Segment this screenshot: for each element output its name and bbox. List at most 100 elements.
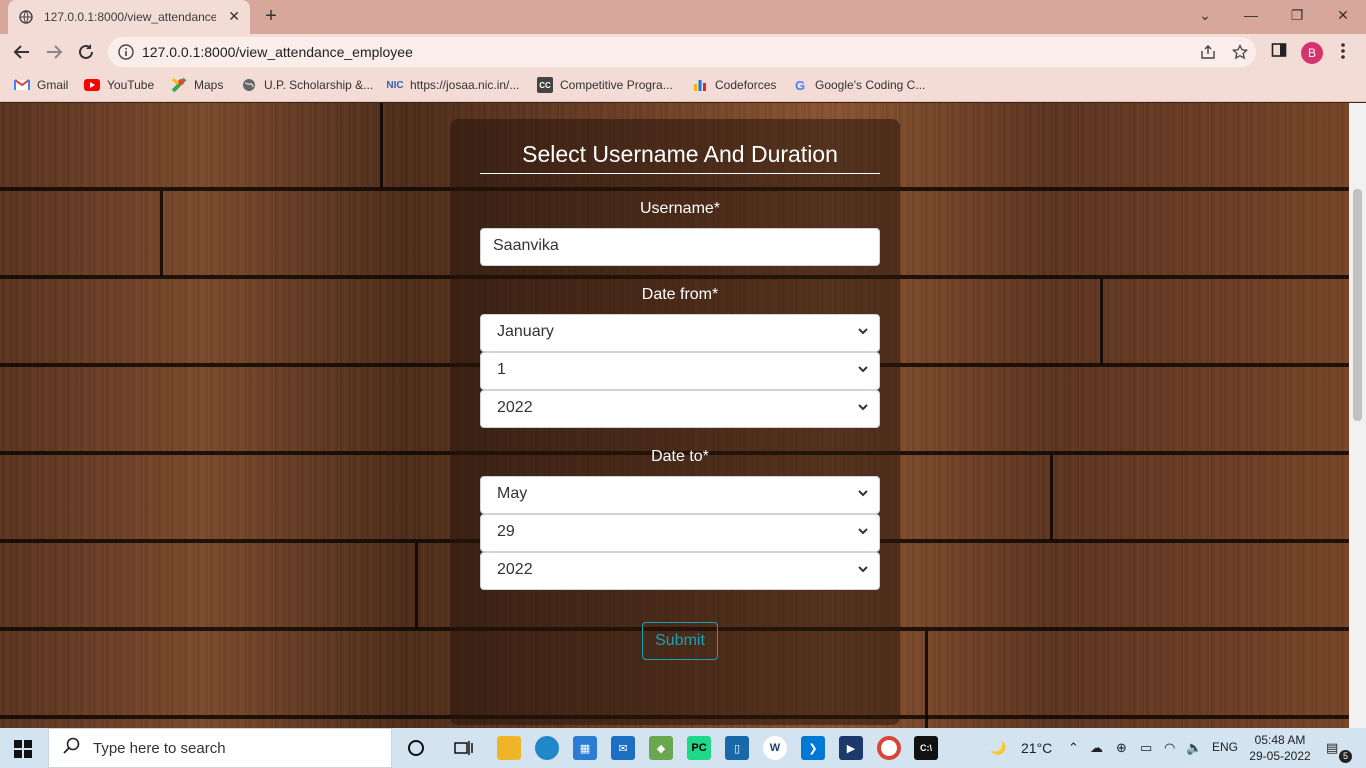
google-icon: G [794, 77, 806, 93]
terminal-icon[interactable]: C:\ [914, 736, 938, 760]
notes-app-icon[interactable]: ▯ [725, 736, 749, 760]
chevron-down-icon [857, 324, 869, 342]
maps-icon [171, 77, 187, 93]
task-view-icon[interactable] [452, 736, 476, 760]
wifi-icon[interactable]: ◠ [1164, 740, 1175, 756]
file-explorer-icon[interactable] [497, 736, 521, 760]
clock-date: 29-05-2022 [1249, 749, 1311, 763]
share-icon[interactable] [1200, 44, 1216, 65]
browser-toolbar: 127.0.0.1:8000/view_attendance_employee … [0, 34, 1366, 70]
submit-button[interactable]: Submit [642, 622, 718, 660]
menu-kebab-icon[interactable] [1340, 42, 1346, 65]
bookmark-codeforces[interactable]: Codeforces [692, 77, 776, 93]
reload-button[interactable] [72, 38, 100, 66]
onedrive-cloud-icon[interactable]: ☁ [1090, 740, 1103, 756]
cortana-icon[interactable] [404, 736, 428, 760]
chevron-up-icon[interactable]: ⌃ [1068, 740, 1079, 756]
bookmark-google-coding[interactable]: G Google's Coding C... [792, 77, 925, 93]
wood-seam [415, 543, 418, 628]
bookmark-youtube[interactable]: YouTube [84, 77, 154, 93]
page-scrollbar[interactable] [1349, 103, 1366, 728]
system-clock[interactable]: 05:48 AM 29-05-2022 [1248, 732, 1312, 764]
chrome-icon[interactable] [877, 736, 901, 760]
back-button[interactable] [8, 38, 36, 66]
cc-icon: CC [537, 77, 553, 93]
notification-badge: 5 [1339, 750, 1352, 763]
page-content: Select Username And Duration Username* S… [0, 103, 1349, 728]
globe-icon [18, 9, 34, 25]
windows-taskbar: Type here to search ▦ ✉ ◆ PC ▯ W ❯ ▶ C:\… [0, 728, 1366, 768]
back-arrow-icon [13, 45, 29, 59]
globe-icon [241, 77, 257, 93]
weather-moon-icon[interactable]: 🌙 [990, 740, 1006, 756]
youtube-icon [84, 77, 100, 93]
date-to-year-select[interactable]: 2022 [480, 552, 880, 590]
forward-arrow-icon [47, 45, 63, 59]
tab-strip: 127.0.0.1:8000/view_attendance_ ✕ + ⌄ — … [0, 0, 1366, 34]
bookmark-gmail[interactable]: Gmail [14, 77, 68, 93]
wood-seam [160, 191, 163, 276]
chevron-down-icon [857, 400, 869, 418]
username-label: Username* [639, 200, 721, 217]
gmail-icon [14, 77, 30, 93]
reload-icon [79, 44, 93, 59]
scrollbar-thumb[interactable] [1353, 189, 1362, 421]
wood-seam [1050, 455, 1053, 540]
side-panel-icon[interactable] [1271, 42, 1287, 63]
site-info-icon[interactable] [118, 44, 134, 65]
date-to-day-select[interactable]: 29 [480, 514, 880, 552]
minimize-button[interactable]: — [1228, 0, 1274, 30]
chevron-down-icon [857, 524, 869, 542]
tab-title: 127.0.0.1:8000/view_attendance_ [44, 10, 216, 24]
clock-time: 05:48 AM [1254, 733, 1306, 747]
store-icon[interactable]: ▦ [573, 736, 597, 760]
date-from-day-select[interactable]: 1 [480, 352, 880, 390]
mail-icon[interactable]: ✉ [611, 736, 635, 760]
tab-search-icon[interactable]: ⌄ [1182, 0, 1228, 30]
cube-app-icon[interactable]: ◆ [649, 736, 673, 760]
url-text: 127.0.0.1:8000/view_attendance_employee [142, 44, 413, 60]
bookmark-star-icon[interactable] [1231, 43, 1249, 65]
bookmark-up-scholarship[interactable]: U.P. Scholarship &... [241, 77, 373, 93]
bookmark-maps[interactable]: Maps [171, 77, 223, 93]
taskbar-search-box[interactable]: Type here to search [48, 728, 392, 768]
weather-temperature[interactable]: 21°C [1021, 740, 1052, 756]
username-input[interactable]: Saanvika [480, 228, 880, 266]
bookmarks-bar: Gmail YouTube Maps U.P. Scholarship &...… [0, 70, 1366, 102]
restore-button[interactable]: ❐ [1274, 0, 1320, 30]
codeforces-icon [692, 77, 708, 93]
edge-icon[interactable] [535, 736, 559, 760]
address-bar[interactable]: 127.0.0.1:8000/view_attendance_employee [108, 37, 1256, 67]
browser-tab[interactable]: 127.0.0.1:8000/view_attendance_ ✕ [8, 0, 250, 34]
date-to-month-select[interactable]: May [480, 476, 880, 514]
wood-seam [1100, 279, 1103, 364]
close-tab-icon[interactable]: ✕ [228, 8, 240, 25]
vscode-icon[interactable]: ❯ [801, 736, 825, 760]
forward-button[interactable] [40, 38, 68, 66]
bookmark-josaa[interactable]: NIC https://josaa.nic.in/... [386, 77, 519, 93]
wood-seam [380, 103, 383, 188]
notification-icon[interactable]: ▤ [1326, 740, 1338, 756]
date-from-label: Date from* [641, 286, 719, 303]
pycharm-icon[interactable]: PC [687, 736, 711, 760]
date-to-label: Date to* [651, 448, 709, 465]
windows-start-icon[interactable] [14, 740, 32, 763]
whatsapp-icon[interactable]: W [763, 736, 787, 760]
battery-icon[interactable]: ▭ [1140, 740, 1152, 756]
volume-icon[interactable]: 🔈 [1186, 740, 1202, 756]
close-window-button[interactable]: ✕ [1320, 0, 1366, 30]
meet-now-icon[interactable]: ⊕ [1116, 740, 1127, 756]
form-title: Select Username And Duration [480, 141, 880, 174]
date-from-month-select[interactable]: January [480, 314, 880, 352]
nic-icon: NIC [386, 79, 404, 91]
language-indicator[interactable]: ENG [1212, 740, 1238, 754]
date-from-year-select[interactable]: 2022 [480, 390, 880, 428]
attendance-form-card: Select Username And Duration Username* S… [450, 119, 900, 725]
chevron-down-icon [857, 486, 869, 504]
media-app-icon[interactable]: ▶ [839, 736, 863, 760]
new-tab-button[interactable]: + [259, 5, 283, 29]
profile-avatar[interactable]: B [1301, 42, 1323, 64]
wood-seam [925, 631, 928, 728]
chevron-down-icon [857, 562, 869, 580]
bookmark-competitive-programming[interactable]: CC Competitive Progra... [537, 77, 673, 93]
